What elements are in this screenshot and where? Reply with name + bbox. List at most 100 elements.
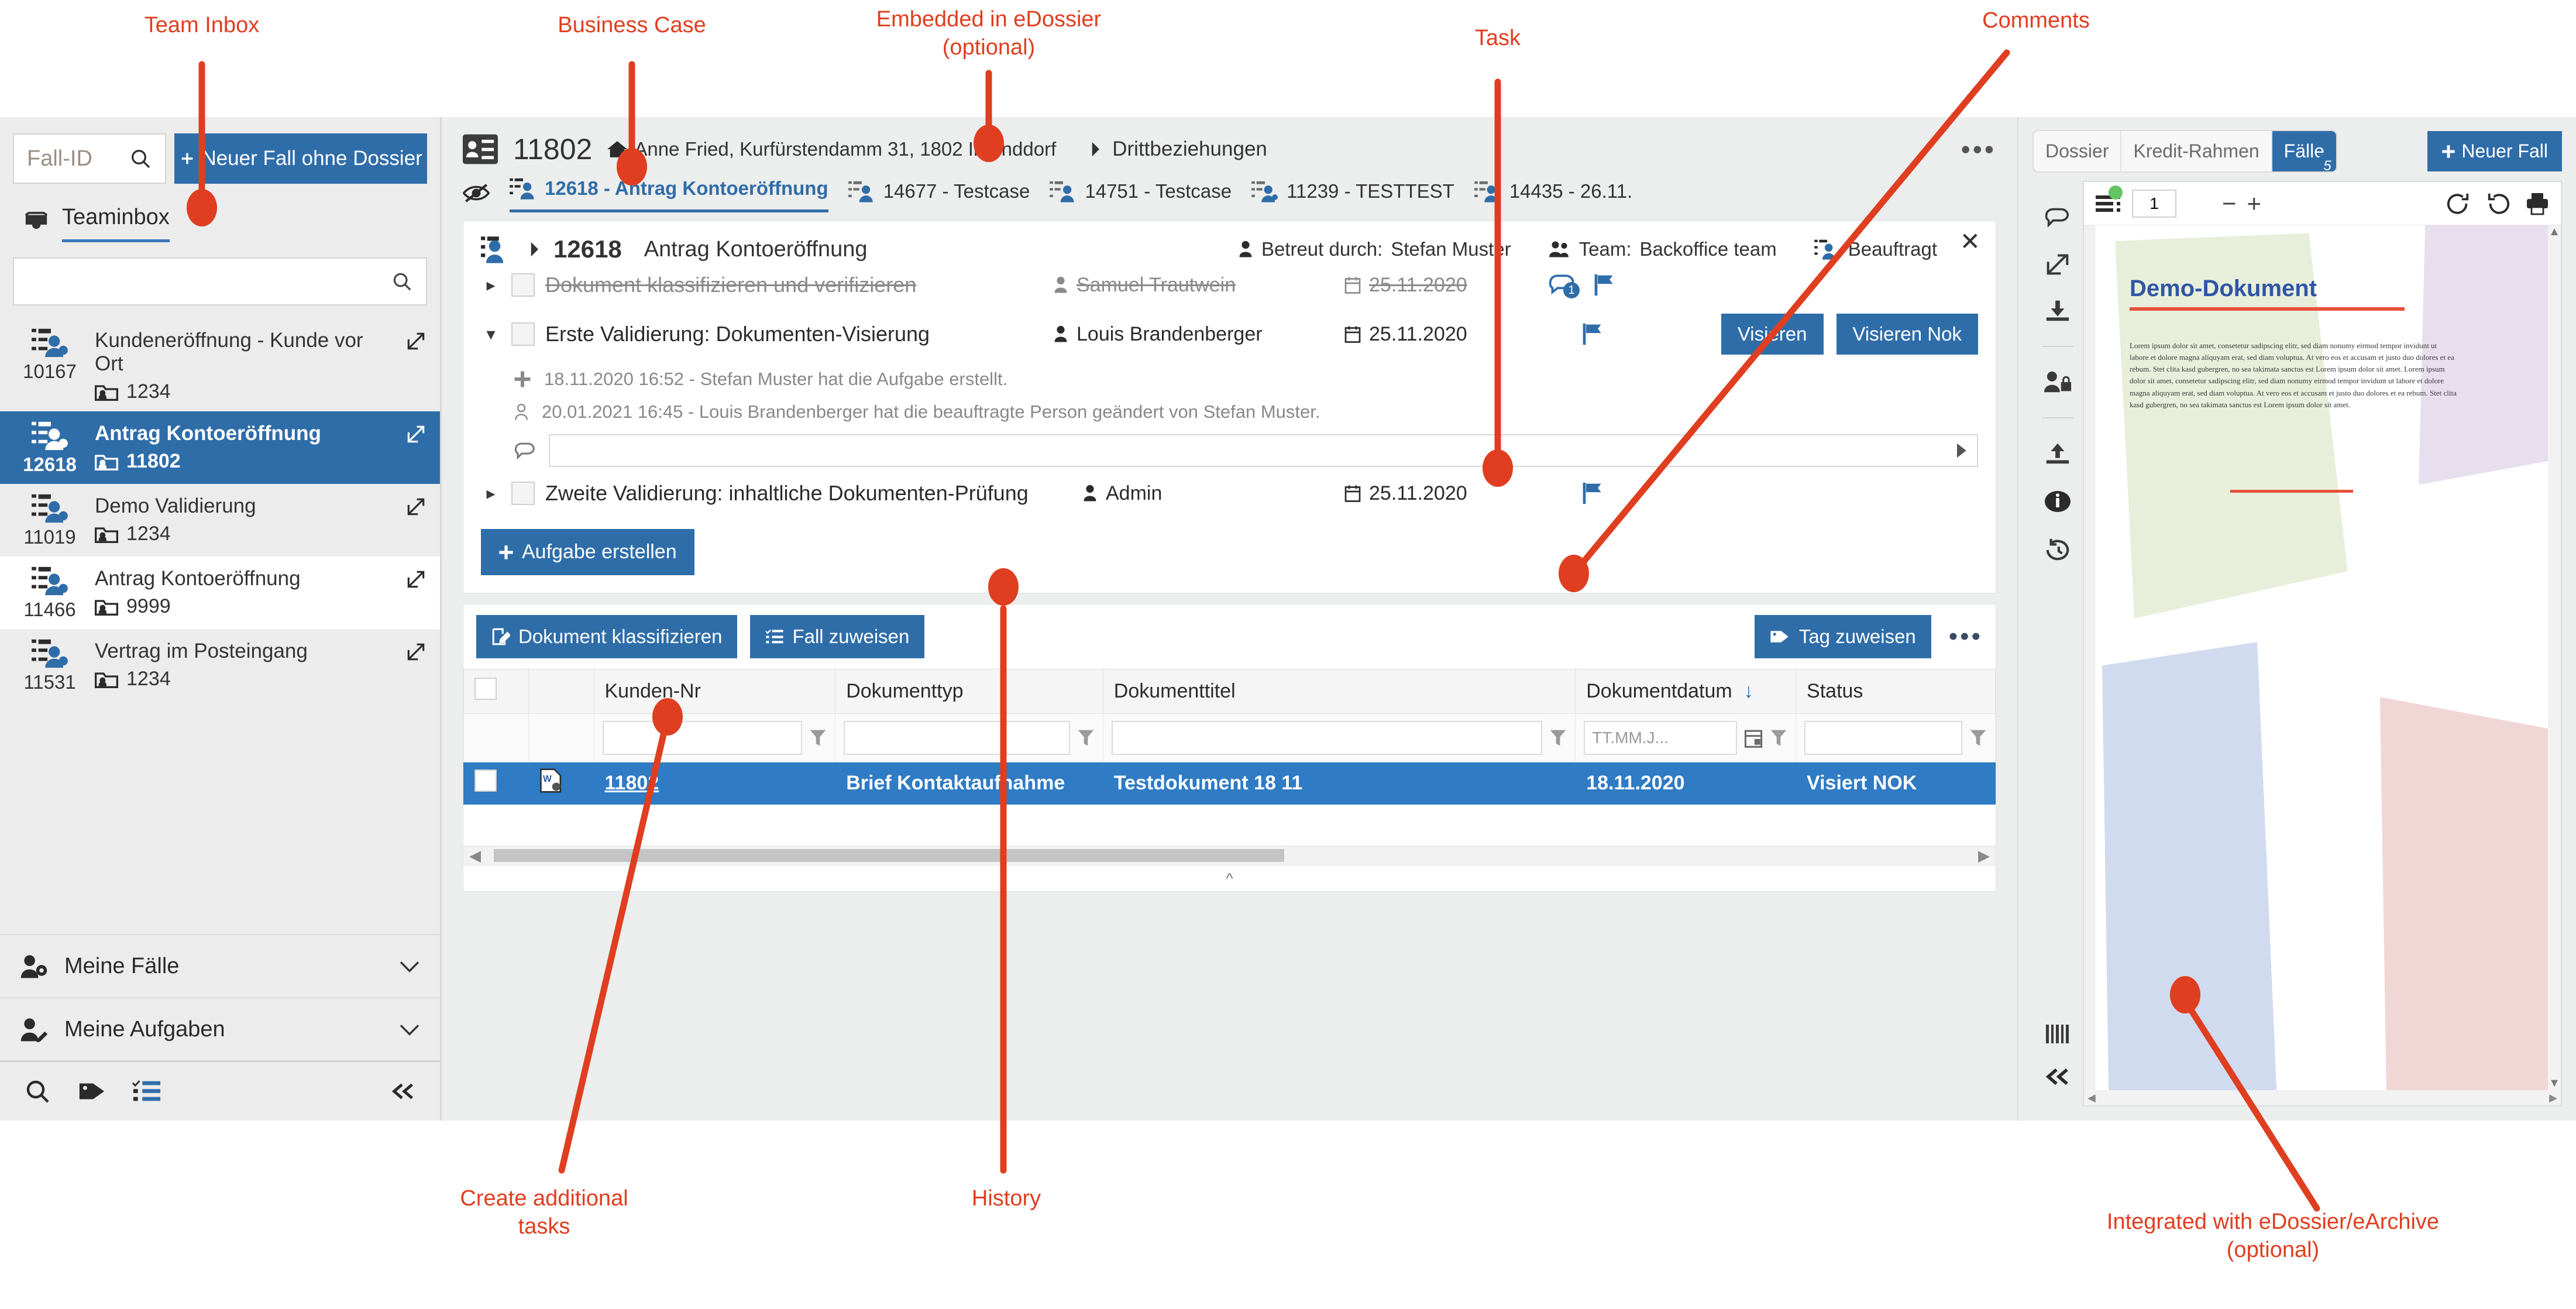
chevron-down-icon[interactable] [398,1022,421,1037]
open-external-icon[interactable] [405,327,427,352]
list-item[interactable]: 12618 Antrag Kontoeröffnung 11802 [0,411,440,484]
filter-input-status[interactable] [1804,721,1962,755]
collapse-left-icon[interactable] [390,1080,417,1102]
tab-11239[interactable]: 11239 - TESTTEST [1251,180,1454,212]
document-horizontal-scrollbar[interactable]: ◀ ▶ [2084,1090,2561,1105]
send-arrow-icon[interactable] [1954,442,1969,459]
create-task-button[interactable]: Aufgabe erstellen [481,529,694,575]
task-checkbox[interactable] [511,322,535,346]
tab-dossier[interactable]: Dossier [2034,131,2122,171]
table-row[interactable]: W 11802 Brief Kontaktaufnahme Testdokume… [463,762,1996,805]
eye-off-icon[interactable] [463,183,490,212]
document-page[interactable]: Demo-Dokument Lorem ipsum dolor sit amet… [2096,225,2548,1090]
search-icon[interactable] [23,1077,51,1105]
column-header-status[interactable]: Status [1796,669,1996,714]
open-external-icon[interactable] [405,637,427,663]
task-row[interactable]: ▸ Dokument klassifizieren und verifizier… [481,264,1978,305]
list-item[interactable]: 11019 Demo Validierung 1234 [0,484,440,556]
teaminbox-tab[interactable]: Teaminbox [0,190,440,242]
list-icon[interactable] [2096,185,2123,215]
list-item[interactable]: 11531 Vertrag im Posteingang 1234 [0,629,440,702]
panel-collapse-bar[interactable]: ^ [463,865,1996,891]
scroll-left-arrow-icon[interactable]: ◀ [469,847,481,865]
flag-icon[interactable] [1581,322,1604,346]
scroll-right-arrow-icon[interactable]: ▶ [1978,847,1990,865]
filter-input-kunden-nr[interactable] [602,721,803,755]
select-all-header[interactable] [463,669,529,714]
task-checkbox[interactable] [511,273,535,297]
barcode-icon[interactable] [2045,1022,2071,1046]
assign-tag-button[interactable]: Tag zuweisen [1754,615,1931,658]
column-header-dokumentdatum[interactable]: Dokumentdatum ↓ [1575,669,1797,714]
cell-kunden-nr[interactable]: 11802 [593,762,836,805]
column-header-kunden-nr[interactable]: Kunden-Nr [593,669,836,714]
zoom-out-button[interactable]: − [2222,191,2237,216]
filter-icon[interactable] [1549,728,1567,748]
checklist-icon[interactable] [132,1078,161,1104]
list-item[interactable]: 11466 Antrag Kontoeröffnung 9999 [0,556,440,629]
scroll-right-arrow-icon[interactable]: ▶ [2549,1092,2557,1104]
history-icon[interactable] [2044,538,2071,562]
tab-kredit-rahmen[interactable]: Kredit-Rahmen [2121,131,2272,171]
breadcrumb-drittbeziehungen[interactable]: Drittbeziehungen [1089,138,1267,161]
comment-count-icon[interactable]: 1 [1548,273,1580,298]
scrollbar-thumb[interactable] [494,849,1285,862]
collapse-left-icon[interactable] [2044,1066,2072,1088]
list-item[interactable]: 10167 Kundeneröffnung - Kunde vor Ort 12… [0,318,440,411]
chevron-down-icon[interactable] [398,958,421,974]
task-checkbox[interactable] [511,482,535,505]
filter-icon[interactable] [809,728,827,748]
chevron-up-icon[interactable]: ^ [1226,870,1233,888]
comment-icon[interactable] [2044,205,2071,229]
comment-input[interactable] [549,434,1978,467]
tab-14677[interactable]: 14677 - Testcase [848,180,1030,212]
search-icon[interactable] [129,147,152,170]
open-external-icon[interactable] [405,492,427,518]
document-vertical-scrollbar[interactable]: ▲ ▼ [2548,225,2561,1090]
download-icon[interactable] [2044,299,2071,322]
case-list-search-input[interactable] [13,257,427,305]
rotate-ccw-icon[interactable] [2486,192,2510,215]
zoom-in-button[interactable]: + [2247,191,2262,216]
row-select-cell[interactable] [463,762,529,805]
column-header-dokumenttitel[interactable]: Dokumenttitel [1102,669,1576,714]
scroll-up-arrow-icon[interactable]: ▲ [2549,225,2560,239]
tag-icon[interactable] [77,1078,106,1104]
task-row[interactable]: ▾ Erste Validierung: Dokumenten-Visierun… [481,305,1978,363]
fall-id-input[interactable]: Fall-ID [27,146,92,171]
calendar-icon[interactable] [1744,728,1763,748]
user-lock-icon[interactable] [2043,370,2072,394]
column-header-dokumenttyp[interactable]: Dokumenttyp [835,669,1103,714]
tab-faelle[interactable]: Fälle 5 [2272,131,2337,171]
chevron-down-icon[interactable]: ▾ [481,324,501,345]
classify-document-button[interactable]: Dokument klassifizieren [476,615,738,658]
info-icon[interactable] [2045,489,2071,514]
task-row[interactable]: ▸ Zweite Validierung: inhaltliche Dokume… [481,473,1978,514]
sidebar-item-meine-faelle[interactable]: Meine Fälle [0,934,440,997]
expand-caret-icon[interactable] [528,241,541,257]
page-number-input[interactable]: 1 [2132,189,2176,218]
sidebar-item-meine-aufgaben[interactable]: Meine Aufgaben [0,997,440,1060]
select-all-checkbox[interactable] [474,678,497,700]
assign-case-button[interactable]: Fall zuweisen [750,615,925,658]
flag-icon[interactable] [1581,482,1604,505]
tab-14435[interactable]: 14435 - 26.11. [1474,180,1632,212]
visieren-button[interactable]: Visieren [1721,314,1824,355]
close-icon[interactable]: ✕ [1960,229,1980,254]
open-external-icon[interactable] [405,420,427,445]
new-case-without-dossier-button[interactable]: Neuer Fall ohne Dossier [174,133,427,184]
filter-icon[interactable] [1077,728,1095,748]
new-case-button[interactable]: Neuer Fall [2427,131,2562,171]
rotate-cw-icon[interactable] [2446,192,2471,215]
filter-icon[interactable] [1969,728,1987,748]
tab-14751[interactable]: 14751 - Testcase [1050,180,1232,212]
filter-input-dokumenttitel[interactable] [1111,721,1543,755]
visieren-nok-button[interactable]: Visieren Nok [1836,314,1978,355]
print-icon[interactable] [2526,192,2549,215]
more-dots-icon[interactable]: ••• [1961,133,1996,165]
filter-icon[interactable] [1770,728,1787,748]
fall-id-search-box[interactable]: Fall-ID [13,133,167,184]
row-checkbox[interactable] [474,769,497,792]
table-horizontal-scrollbar[interactable]: ◀ ▶ [463,845,1996,865]
chevron-right-icon[interactable]: ▸ [481,275,501,296]
